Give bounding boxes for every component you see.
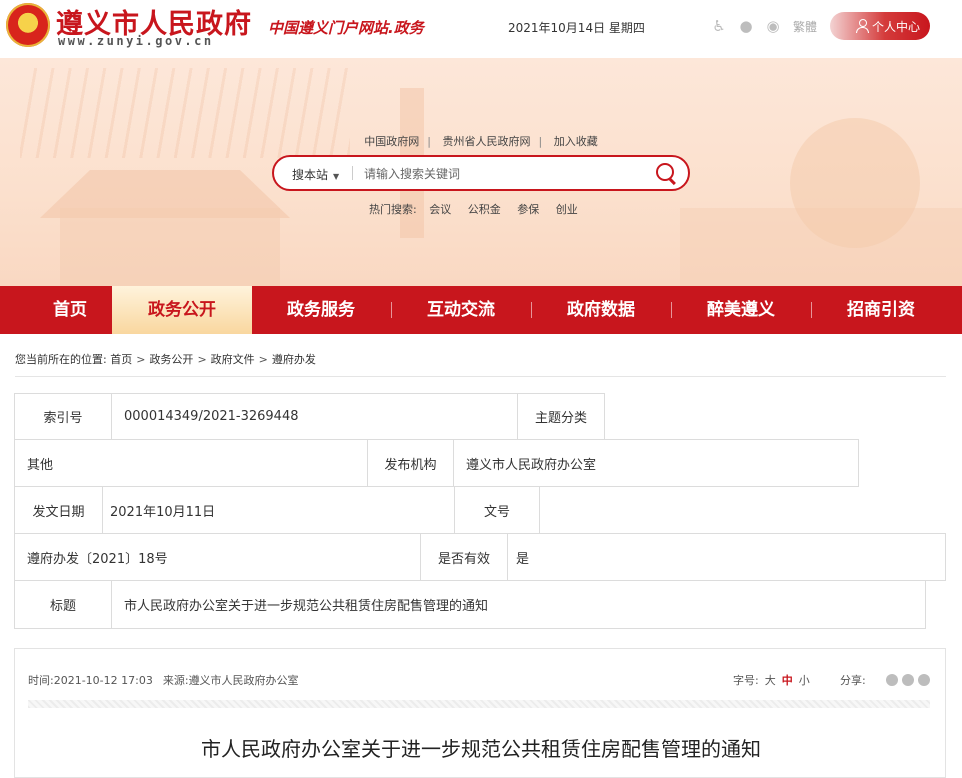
index-label: 索引号	[14, 393, 112, 440]
source-label: 来源:	[162, 674, 189, 687]
wechat-icon[interactable]: ●	[737, 17, 755, 35]
site-url: www.zunyi.gov.cn	[58, 34, 214, 48]
publish-time: 2021-10-12 17:03	[53, 674, 153, 687]
hot-search-term[interactable]: 会议	[429, 203, 451, 216]
current-date: 2021年10月14日 星期四	[508, 21, 645, 35]
user-icon	[855, 19, 869, 33]
article-title: 市人民政府办公室关于进一步规范公共租赁住房配售管理的通知	[201, 737, 761, 761]
nav-item-interaction[interactable]: 互动交流	[391, 286, 531, 334]
divider	[15, 376, 946, 377]
nav-item-gov-affairs[interactable]: 政务公开	[112, 286, 252, 334]
search-icon[interactable]	[656, 163, 676, 183]
weibo-share-icon[interactable]	[901, 674, 914, 686]
divider-stripe	[28, 700, 930, 708]
publisher-value: 遵义市人民政府办公室	[453, 439, 859, 487]
nav-item-zunyi[interactable]: 醉美遵义	[671, 286, 811, 334]
title-value: 市人民政府办公室关于进一步规范公共租赁住房配售管理的通知	[111, 580, 926, 629]
issue-date-value: 2021年10月11日	[102, 486, 455, 534]
doc-no-value: 遵府办发〔2021〕18号	[14, 533, 421, 581]
topic-label: 主题分类	[517, 393, 605, 440]
quick-link-favorite[interactable]: 加入收藏	[554, 135, 598, 148]
font-size-medium[interactable]: 中	[782, 674, 793, 687]
accessibility-tools: ♿ ● ◉ 繁體	[710, 15, 817, 37]
breadcrumb-prefix: 您当前所在的位置:	[15, 353, 107, 366]
nav-item-services[interactable]: 政务服务	[251, 286, 391, 334]
hot-search-term[interactable]: 创业	[556, 203, 578, 216]
weibo-icon[interactable]: ◉	[764, 17, 782, 35]
search-box: 搜本站 ▼	[272, 155, 690, 191]
breadcrumb-item[interactable]: 政府文件	[211, 353, 255, 366]
hot-search-label: 热门搜索:	[369, 203, 417, 216]
qq-share-icon[interactable]	[917, 674, 930, 686]
nav-item-investment[interactable]: 招商引资	[811, 286, 951, 334]
hot-search-term[interactable]: 参保	[517, 203, 539, 216]
article-meta: 时间:2021-10-12 17:03 来源:遵义市人民政府办公室	[28, 672, 299, 688]
search-input[interactable]	[362, 163, 636, 185]
time-label: 时间:	[28, 674, 54, 687]
traditional-chinese-link[interactable]: 繁體	[793, 18, 817, 35]
nav-item-data[interactable]: 政府数据	[531, 286, 671, 334]
wheelchair-icon[interactable]: ♿	[710, 17, 728, 35]
quick-link-gov-cn[interactable]: 中国政府网	[364, 135, 419, 148]
font-size-label: 字号:	[733, 674, 759, 687]
font-size-controls: 字号: 大中小	[733, 672, 810, 688]
quick-link-guizhou[interactable]: 贵州省人民政府网	[443, 135, 531, 148]
font-size-large[interactable]: 大	[765, 674, 776, 687]
user-center-label: 个人中心	[871, 19, 920, 34]
source-value: 遵义市人民政府办公室	[188, 674, 299, 687]
share-label: 分享:	[840, 674, 866, 687]
chevron-down-icon: ▼	[333, 172, 340, 181]
main-nav: 首页 政务公开 政务服务 互动交流 政府数据 醉美遵义 招商引资	[0, 286, 962, 334]
hot-search: 热门搜索: 会议 公积金 参保 创业	[369, 201, 591, 217]
publisher-label: 发布机构	[367, 439, 454, 487]
topic-value: 其他	[14, 439, 368, 487]
banner: 中国政府网| 贵州省人民政府网| 加入收藏 搜本站 ▼ 热门搜索: 会议 公积金 …	[0, 58, 962, 286]
hot-search-term[interactable]: 公积金	[468, 203, 501, 216]
doc-no-label: 文号	[454, 486, 540, 534]
top-bar: 遵义市人民政府 www.zunyi.gov.cn 中国遵义门户网站.政务 202…	[0, 0, 962, 58]
issue-date-label: 发文日期	[14, 486, 103, 534]
user-center-button[interactable]: 个人中心	[830, 12, 930, 40]
font-size-small[interactable]: 小	[799, 674, 810, 687]
portal-subtitle: 中国遵义门户网站.政务	[268, 19, 424, 37]
national-emblem-icon	[6, 3, 50, 47]
breadcrumb-item[interactable]: 首页	[110, 353, 132, 366]
building-decoration	[60, 208, 280, 286]
breadcrumb-item[interactable]: 遵府办发	[272, 353, 316, 366]
wechat-share-icon[interactable]	[885, 674, 898, 686]
search-scope-select[interactable]: 搜本站 ▼	[292, 166, 339, 183]
breadcrumb: 您当前所在的位置: 首页 > 政务公开 > 政府文件 > 遵府办发	[15, 353, 316, 366]
valid-label: 是否有效	[420, 533, 508, 581]
quick-links: 中国政府网 | 贵州省人民政府网 | 加入收藏	[364, 135, 598, 148]
title-label: 标题	[14, 580, 112, 629]
valid-value: 是	[507, 533, 946, 581]
index-value: 000014349/2021-3269448	[111, 393, 518, 440]
share-controls: 分享:	[840, 672, 930, 688]
search-scope-label: 搜本站	[292, 168, 329, 182]
breadcrumb-item[interactable]: 政务公开	[149, 353, 193, 366]
